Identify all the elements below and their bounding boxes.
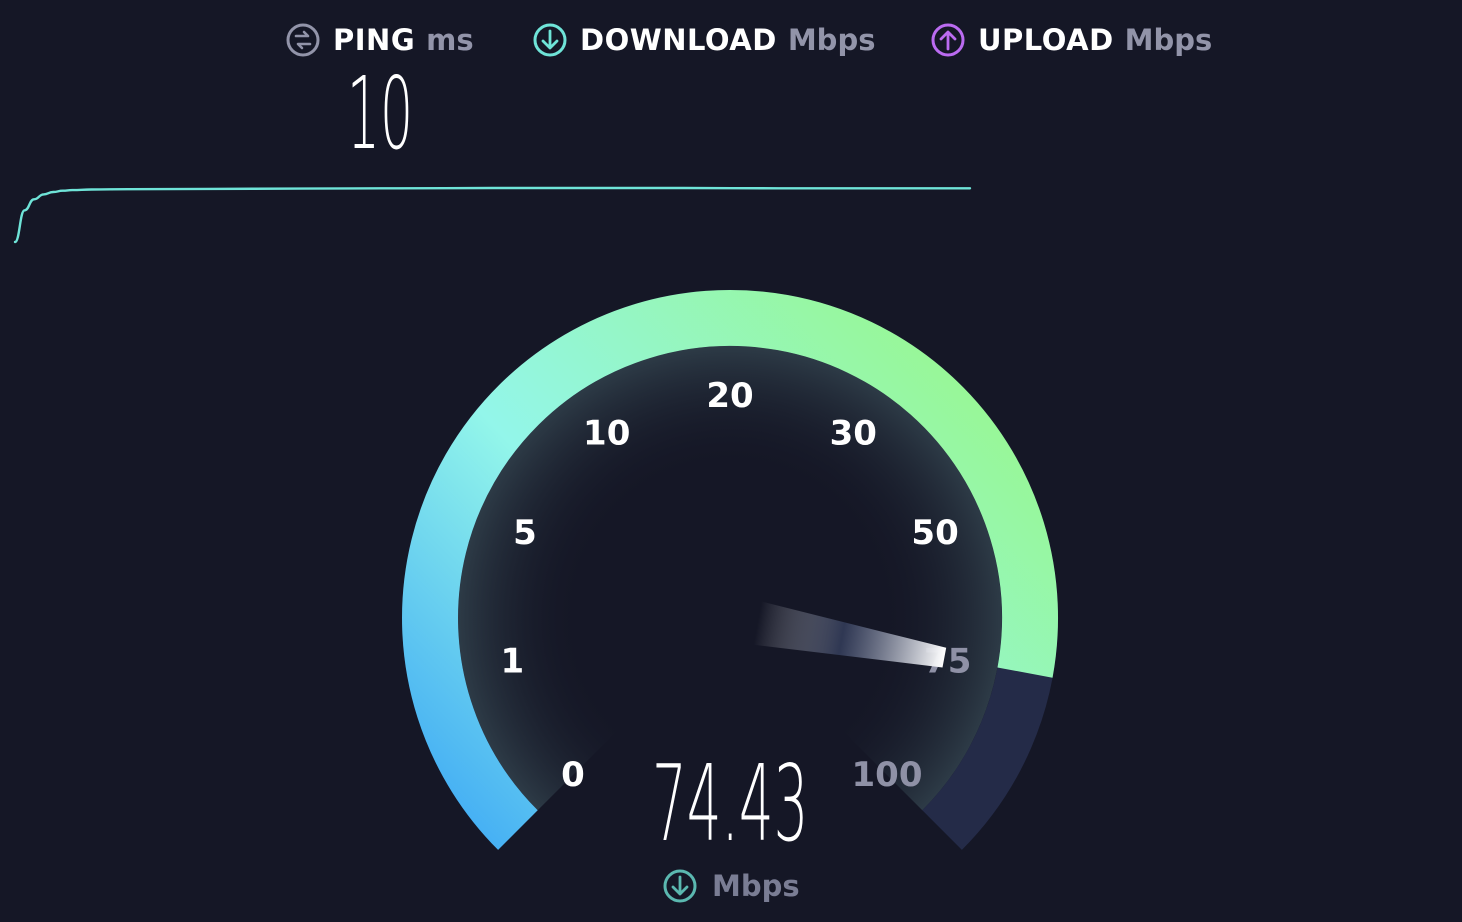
- gauge-tick-label: 50: [911, 513, 958, 553]
- gauge-tick-label: 30: [830, 413, 877, 453]
- gauge-tick-label: 10: [583, 413, 630, 453]
- current-speed-value: 74.43: [652, 743, 809, 865]
- speed-test-panel: PING ms DOWNLOAD Mbps UPLOAD Mbps 10 0 1…: [0, 0, 1462, 922]
- gauge-tick-label: 1: [500, 641, 524, 681]
- download-arrow-icon: [663, 869, 697, 903]
- speed-unit: Mbps: [712, 869, 800, 903]
- gauge-tick-label: 100: [852, 755, 923, 795]
- speed-unit-label: Mbps: [662, 866, 800, 906]
- gauge-tick-label: 20: [706, 376, 753, 416]
- gauge-tick-label: 0: [561, 755, 585, 795]
- gauge-tick-label: 5: [513, 513, 537, 553]
